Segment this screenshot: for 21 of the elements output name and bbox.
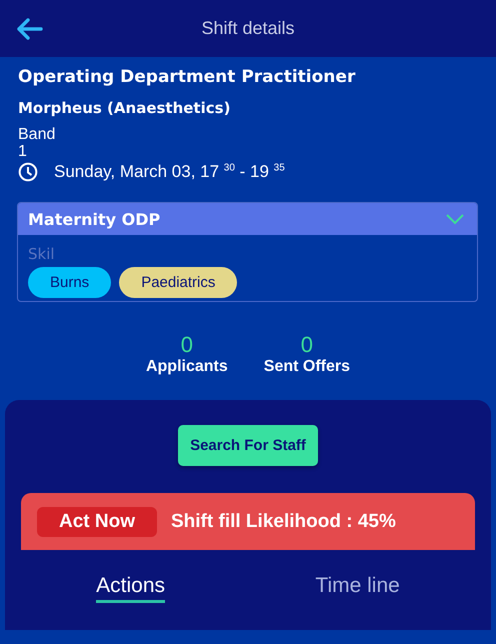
department-name: Morpheus (Anaesthetics) bbox=[18, 99, 232, 117]
stat-value: 0 bbox=[300, 332, 314, 358]
fill-likelihood: Shift fill Likelihood : 45% bbox=[171, 510, 396, 532]
card-title: Maternity ODP bbox=[28, 210, 160, 228]
skill-chip: Burns bbox=[28, 267, 112, 298]
stat-label: Applicants bbox=[146, 358, 228, 376]
tab[interactable]: Actions bbox=[96, 574, 166, 603]
screen-title: Shift details bbox=[201, 18, 295, 39]
tab[interactable]: Time line bbox=[315, 574, 400, 603]
act-now-badge: Act Now bbox=[37, 506, 157, 536]
back-arrow-icon[interactable] bbox=[15, 16, 43, 40]
role-title: Operating Department Practitioner bbox=[18, 67, 356, 87]
band-value: 1 bbox=[18, 144, 27, 160]
band-label: Band bbox=[18, 126, 56, 144]
skill-chip: Paediatrics bbox=[119, 267, 238, 298]
stat-label: Sent Offers bbox=[264, 358, 350, 376]
stat-value: 0 bbox=[180, 332, 193, 358]
shift-time: Sunday, March 03, 17 $^{30}$ - 19 $^{35}$ bbox=[54, 162, 285, 182]
search-for-staff-button[interactable]: Search For Staff bbox=[178, 425, 318, 466]
clock-icon bbox=[18, 162, 38, 182]
card-header[interactable]: Maternity ODP bbox=[18, 203, 477, 235]
